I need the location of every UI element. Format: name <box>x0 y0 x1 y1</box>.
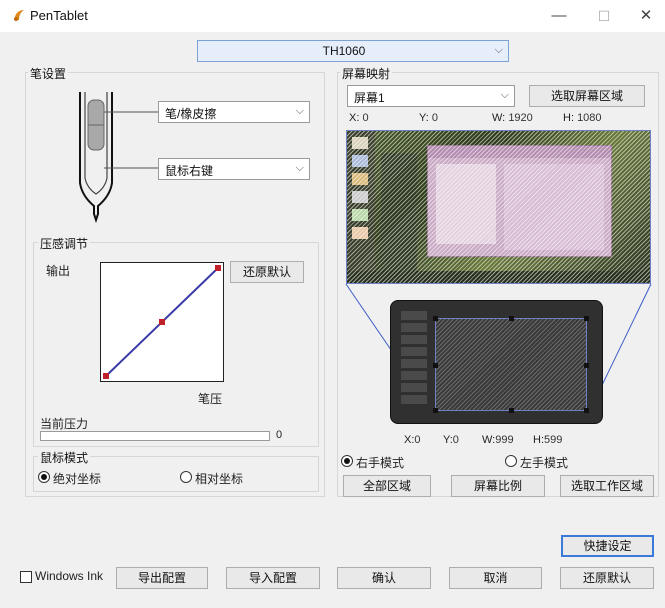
ok-button[interactable]: 确认 <box>337 567 431 589</box>
windows-ink-checkbox[interactable] <box>20 571 32 583</box>
window-title: PenTablet <box>30 8 88 23</box>
reset-defaults-button[interactable]: 还原默认 <box>560 567 654 589</box>
right-hand-radio[interactable] <box>341 455 353 467</box>
mapped-area-overlay <box>347 131 650 283</box>
tablet-w-label: W: <box>482 434 496 446</box>
screen-h-label: H: <box>563 112 574 124</box>
device-select[interactable]: TH1060 ⌵ <box>197 40 509 62</box>
tablet-x-readout: X:0 <box>404 434 421 446</box>
screen-select-value: 屏幕1 <box>354 91 385 105</box>
curve-control-point-2[interactable] <box>215 265 221 271</box>
tablet-illustration <box>390 300 603 424</box>
tablet-y-label: Y: <box>443 434 453 446</box>
tablet-active-area[interactable] <box>433 316 589 413</box>
lower-button-select-value: 鼠标右键 <box>165 164 214 178</box>
screen-preview[interactable] <box>346 130 651 284</box>
relative-mode-radio[interactable] <box>180 471 192 483</box>
tablet-y-value: 0 <box>452 434 459 446</box>
tablet-h-value: 599 <box>544 434 563 446</box>
screen-w-readout: W: 1920 <box>492 112 533 124</box>
pressure-curve-editor[interactable] <box>100 262 224 382</box>
chevron-down-icon: ⌵ <box>494 44 503 56</box>
app-logo-icon <box>12 8 26 22</box>
screen-y-value: 0 <box>431 112 438 124</box>
absolute-mode-radio[interactable] <box>38 471 50 483</box>
screen-w-value: 1920 <box>508 112 533 124</box>
current-pressure-bar <box>40 431 270 441</box>
screen-h-readout: H: 1080 <box>563 112 602 124</box>
full-area-button[interactable]: 全部区域 <box>343 475 431 497</box>
chevron-down-icon: ⌵ <box>295 105 304 117</box>
chevron-down-icon: ⌵ <box>500 89 509 101</box>
tablet-y-readout: Y:0 <box>443 434 459 446</box>
screen-select[interactable]: 屏幕1 ⌵ <box>347 85 515 107</box>
screen-h-value: 1080 <box>577 112 602 124</box>
maximize-button[interactable]: ☐ <box>590 4 618 28</box>
screen-w-label: W: <box>492 112 506 124</box>
screen-y-label: Y: <box>419 112 429 124</box>
current-pressure-label: 当前压力 <box>40 417 89 431</box>
tablet-w-readout: W:999 <box>482 434 514 446</box>
windows-ink-label: Windows Ink <box>35 569 104 583</box>
pen-illustration <box>72 88 162 224</box>
left-hand-label: 左手模式 <box>520 456 569 470</box>
shortcut-settings-button[interactable]: 快捷设定 <box>561 535 654 557</box>
pressure-x-label: 笔压 <box>198 392 223 406</box>
reset-pressure-button[interactable]: 还原默认 <box>230 261 304 283</box>
screen-x-value: 0 <box>362 112 369 124</box>
tablet-express-keys <box>401 311 427 417</box>
cancel-button[interactable]: 取消 <box>449 567 542 589</box>
absolute-mode-label: 绝对坐标 <box>53 472 102 486</box>
screen-x-label: X: <box>349 112 360 124</box>
current-pressure-value: 0 <box>276 429 283 441</box>
upper-button-select-value: 笔/橡皮擦 <box>165 107 217 121</box>
tablet-w-value: 999 <box>495 434 514 446</box>
pressure-y-label: 输出 <box>46 264 71 278</box>
screen-mapping-label: 屏幕映射 <box>340 65 393 82</box>
screen-y-readout: Y: 0 <box>419 112 438 124</box>
screen-ratio-button[interactable]: 屏幕比例 <box>451 475 545 497</box>
export-config-button[interactable]: 导出配置 <box>116 567 208 589</box>
mouse-mode-label: 鼠标模式 <box>38 449 91 466</box>
tablet-h-readout: H:599 <box>533 434 562 446</box>
pen-settings-label: 笔设置 <box>28 65 69 82</box>
import-config-button[interactable]: 导入配置 <box>226 567 320 589</box>
close-button[interactable]: ✕ <box>632 4 660 28</box>
curve-control-point-0[interactable] <box>103 373 109 379</box>
select-work-area-button[interactable]: 选取工作区域 <box>560 475 654 497</box>
tablet-h-label: H: <box>533 434 544 446</box>
pressure-group-label: 压感调节 <box>38 235 91 252</box>
screen-x-readout: X: 0 <box>349 112 369 124</box>
tablet-x-label: X: <box>404 434 415 446</box>
minimize-button[interactable]: — <box>545 4 573 28</box>
left-hand-radio[interactable] <box>505 455 517 467</box>
device-select-value: TH1060 <box>322 44 366 58</box>
relative-mode-label: 相对坐标 <box>195 472 244 486</box>
chevron-down-icon: ⌵ <box>295 162 304 174</box>
tablet-x-value: 0 <box>414 434 421 446</box>
upper-button-select[interactable]: 笔/橡皮擦 ⌵ <box>158 101 310 123</box>
select-screen-area-button[interactable]: 选取屏幕区域 <box>529 85 645 107</box>
right-hand-label: 右手模式 <box>356 456 405 470</box>
curve-control-point-1[interactable] <box>159 319 165 325</box>
lower-button-select[interactable]: 鼠标右键 ⌵ <box>158 158 310 180</box>
